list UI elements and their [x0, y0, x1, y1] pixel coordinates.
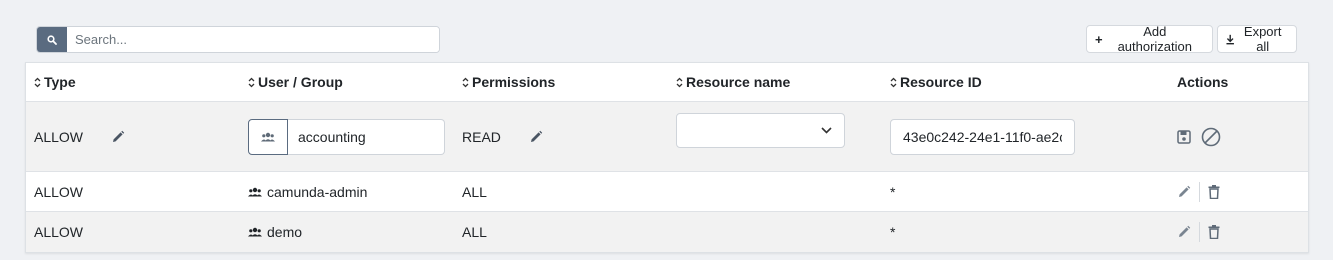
- resource-id-value: *: [890, 224, 896, 240]
- resource-id-input[interactable]: [890, 118, 1075, 155]
- table-row: ALLOW demo ALL *: [26, 212, 1308, 252]
- actions-cell: [1177, 212, 1220, 252]
- search-button[interactable]: [37, 27, 67, 52]
- sort-icon: [890, 77, 897, 88]
- column-header-actions-label: Actions: [1177, 74, 1229, 90]
- export-all-label: Export all: [1243, 24, 1282, 54]
- user-group-cell: demo: [248, 212, 302, 252]
- column-header-permissions[interactable]: Permissions: [462, 63, 555, 101]
- user-group-value: camunda-admin: [267, 183, 368, 200]
- edit-type-icon[interactable]: [111, 130, 125, 144]
- sort-icon: [248, 77, 255, 88]
- authorizations-table: Type User / Group Permissions Resource n…: [25, 62, 1309, 253]
- delete-icon[interactable]: [1208, 184, 1220, 199]
- permissions-value: READ: [462, 128, 501, 145]
- permissions-cell: ALL: [462, 212, 487, 252]
- permissions-cell: ALL: [462, 172, 487, 211]
- resource-id-cell: [890, 102, 1075, 171]
- group-icon: [261, 132, 275, 141]
- actions-cell: [1177, 102, 1221, 171]
- type-value: ALLOW: [34, 183, 84, 200]
- column-header-type-label: Type: [44, 74, 76, 90]
- export-all-button[interactable]: Export all: [1217, 24, 1297, 54]
- search-icon: [47, 34, 57, 45]
- type-cell: ALLOW: [34, 172, 83, 211]
- type-cell: ALLOW: [34, 102, 125, 171]
- table-row: ALLOW camunda-admin ALL *: [26, 172, 1308, 212]
- column-header-resource-name-label: Resource name: [686, 74, 791, 90]
- resource-name-select[interactable]: [676, 113, 845, 148]
- column-header-resource-id-label: Resource ID: [900, 74, 982, 90]
- edit-icon[interactable]: [1177, 185, 1191, 199]
- resource-name-cell: [676, 102, 845, 171]
- edit-permissions-icon[interactable]: [529, 130, 543, 144]
- permissions-value: ALL: [462, 183, 487, 200]
- cancel-icon[interactable]: [1201, 127, 1221, 147]
- column-header-resource-name[interactable]: Resource name: [676, 63, 790, 101]
- group-icon: [248, 227, 262, 237]
- column-header-actions: Actions: [1177, 63, 1228, 101]
- user-group-cell: camunda-admin: [248, 172, 367, 211]
- type-value: ALLOW: [34, 128, 84, 145]
- edit-icon[interactable]: [1177, 225, 1191, 239]
- column-header-type[interactable]: Type: [34, 63, 76, 101]
- search-bar: [36, 26, 440, 53]
- save-icon[interactable]: [1177, 129, 1191, 144]
- resource-id-cell: *: [890, 172, 895, 211]
- add-authorization-button[interactable]: + Add authorization: [1086, 24, 1213, 54]
- group-icon: [248, 187, 262, 196]
- user-group-value: demo: [267, 224, 303, 240]
- permissions-cell: READ: [462, 102, 543, 171]
- action-divider: [1199, 181, 1200, 202]
- column-header-user-group-label: User / Group: [258, 74, 343, 90]
- resource-id-cell: *: [890, 212, 895, 252]
- sort-icon: [462, 77, 469, 88]
- column-header-permissions-label: Permissions: [472, 74, 556, 90]
- add-authorization-label: Add authorization: [1117, 24, 1193, 54]
- search-input[interactable]: [67, 27, 439, 52]
- user-group-input[interactable]: [288, 118, 445, 155]
- sort-icon: [676, 77, 683, 88]
- actions-cell: [1177, 172, 1220, 211]
- download-icon: [1226, 34, 1234, 44]
- permissions-value: ALL: [462, 224, 487, 240]
- type-cell: ALLOW: [34, 212, 83, 252]
- group-toggle-button[interactable]: [248, 118, 288, 155]
- action-divider: [1199, 222, 1200, 242]
- chevron-down-icon: [821, 127, 832, 134]
- sort-icon: [34, 77, 41, 88]
- delete-icon[interactable]: [1208, 225, 1220, 239]
- table-row-edit: ALLOW READ: [26, 102, 1308, 172]
- type-value: ALLOW: [34, 224, 84, 240]
- resource-id-value: *: [890, 183, 896, 200]
- user-group-cell: [248, 102, 445, 171]
- table-header-row: Type User / Group Permissions Resource n…: [26, 63, 1308, 102]
- column-header-user-group[interactable]: User / Group: [248, 63, 343, 101]
- plus-icon: +: [1095, 31, 1103, 47]
- column-header-resource-id[interactable]: Resource ID: [890, 63, 982, 101]
